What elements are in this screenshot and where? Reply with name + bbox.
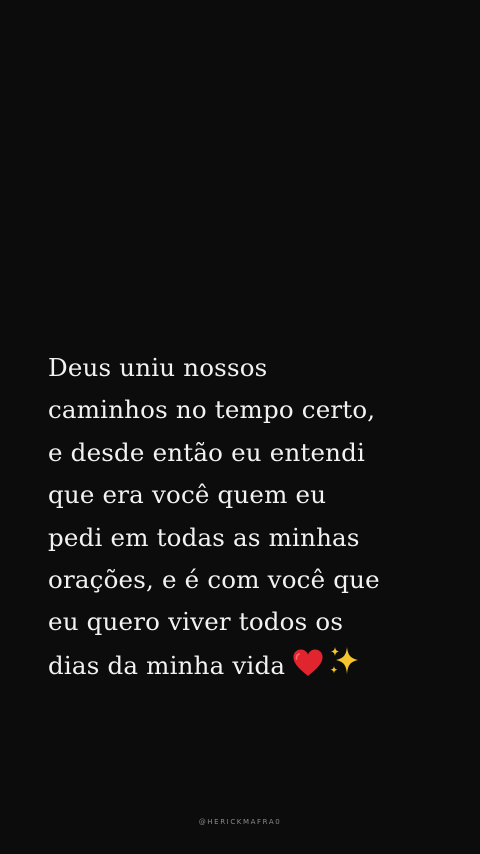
- quote-line-text: dias da minha vida: [48, 650, 286, 680]
- author-handle: @HERICKMAFRA0: [198, 818, 282, 826]
- quote-line: caminhos no tempo certo,: [48, 395, 376, 425]
- quote-line: orações, e é com você que: [48, 565, 380, 595]
- quote-last-line: dias da minha vida: [48, 644, 448, 687]
- quote-line: eu quero viver todos os: [48, 607, 344, 637]
- quote-line: pedi em todas as minhas: [48, 522, 360, 552]
- quote-line: que era você quem eu: [48, 480, 327, 510]
- quote-text: Deus uniu nossos caminhos no tempo certo…: [48, 347, 448, 687]
- sparkles-icon: [330, 646, 359, 674]
- quote-line: Deus uniu nossos: [48, 353, 268, 382]
- quote-line: e desde então eu entendi: [48, 437, 366, 467]
- red-heart-icon: [293, 649, 323, 676]
